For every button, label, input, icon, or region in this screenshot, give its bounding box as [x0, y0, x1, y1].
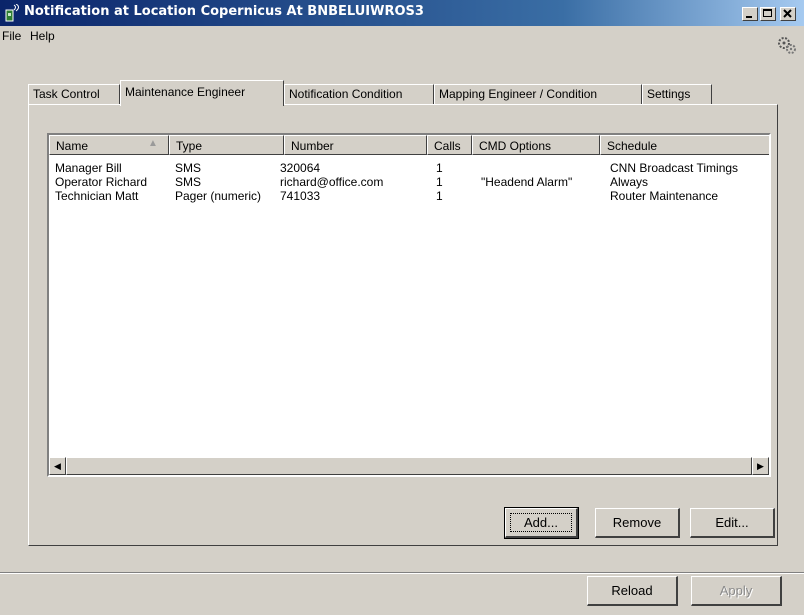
tab-mapping-engineer-condition[interactable]: Mapping Engineer / Condition [434, 84, 642, 104]
column-header-calls[interactable]: Calls [427, 135, 472, 155]
cell-number: 320064 [280, 161, 321, 175]
tab-maintenance-engineer[interactable]: Maintenance Engineer [120, 80, 284, 106]
column-header-number[interactable]: Number [284, 135, 427, 155]
scroll-right-button[interactable]: ▶ [752, 457, 769, 475]
apply-button[interactable]: Apply [691, 576, 782, 606]
reload-button[interactable]: Reload [587, 576, 678, 606]
arrow-right-icon: ▶ [757, 461, 764, 471]
column-header-type[interactable]: Type [169, 135, 284, 155]
column-header-name[interactable]: Name ▲ [49, 135, 169, 155]
cell-schedule: Router Maintenance [610, 189, 719, 203]
main-window: Notification at Location Copernicus At B… [0, 0, 804, 615]
cell-calls: 1 [436, 189, 443, 203]
maximize-button[interactable] [760, 7, 776, 21]
menu-file[interactable]: File [2, 29, 21, 43]
minimize-button[interactable] [742, 7, 758, 21]
cell-name: Technician Matt [55, 189, 139, 203]
cell-type: Pager (numeric) [175, 189, 262, 203]
cell-schedule: CNN Broadcast Timings [610, 161, 739, 175]
cell-calls: 1 [436, 175, 443, 189]
horizontal-scrollbar[interactable]: ◀ ▶ [49, 457, 769, 475]
tab-settings[interactable]: Settings [642, 84, 712, 104]
gears-icon [778, 37, 796, 54]
engineer-list[interactable]: Name ▲ Type Number Calls CMD Options Sch… [47, 133, 771, 477]
focus-rectangle [510, 513, 572, 532]
cell-number: richard@office.com [280, 175, 384, 189]
tab-task-control[interactable]: Task Control [28, 84, 120, 104]
cell-cmd-options: "Headend Alarm" [481, 175, 573, 189]
sort-ascending-icon: ▲ [148, 138, 158, 149]
minimize-icon [746, 16, 752, 18]
cell-type: SMS [175, 175, 202, 189]
cell-number: 741033 [280, 189, 321, 203]
cell-schedule: Always [610, 175, 649, 189]
close-icon [783, 9, 792, 18]
scrollbar-thumb[interactable] [66, 457, 752, 475]
tab-notification-condition[interactable]: Notification Condition [284, 84, 434, 104]
column-header-schedule[interactable]: Schedule [600, 135, 769, 155]
arrow-left-icon: ◀ [54, 461, 61, 471]
window-title: Notification at Location Copernicus At B… [24, 4, 424, 19]
separator [0, 572, 804, 574]
scroll-left-button[interactable]: ◀ [49, 457, 66, 475]
cell-name: Manager Bill [55, 161, 122, 175]
app-icon [5, 4, 19, 22]
menu-help[interactable]: Help [30, 29, 55, 43]
column-header-cmd-options[interactable]: CMD Options [472, 135, 600, 155]
cell-type: SMS [175, 161, 202, 175]
title-bar[interactable]: Notification at Location Copernicus At B… [0, 0, 804, 26]
edit-button[interactable]: Edit... [690, 508, 775, 538]
cell-calls: 1 [436, 161, 443, 175]
menu-bar: File Help [0, 26, 804, 46]
close-button[interactable] [780, 7, 796, 21]
maximize-icon [763, 9, 772, 17]
remove-button[interactable]: Remove [595, 508, 680, 538]
add-button[interactable]: Add... [504, 507, 579, 539]
cell-name: Operator Richard [55, 175, 148, 189]
